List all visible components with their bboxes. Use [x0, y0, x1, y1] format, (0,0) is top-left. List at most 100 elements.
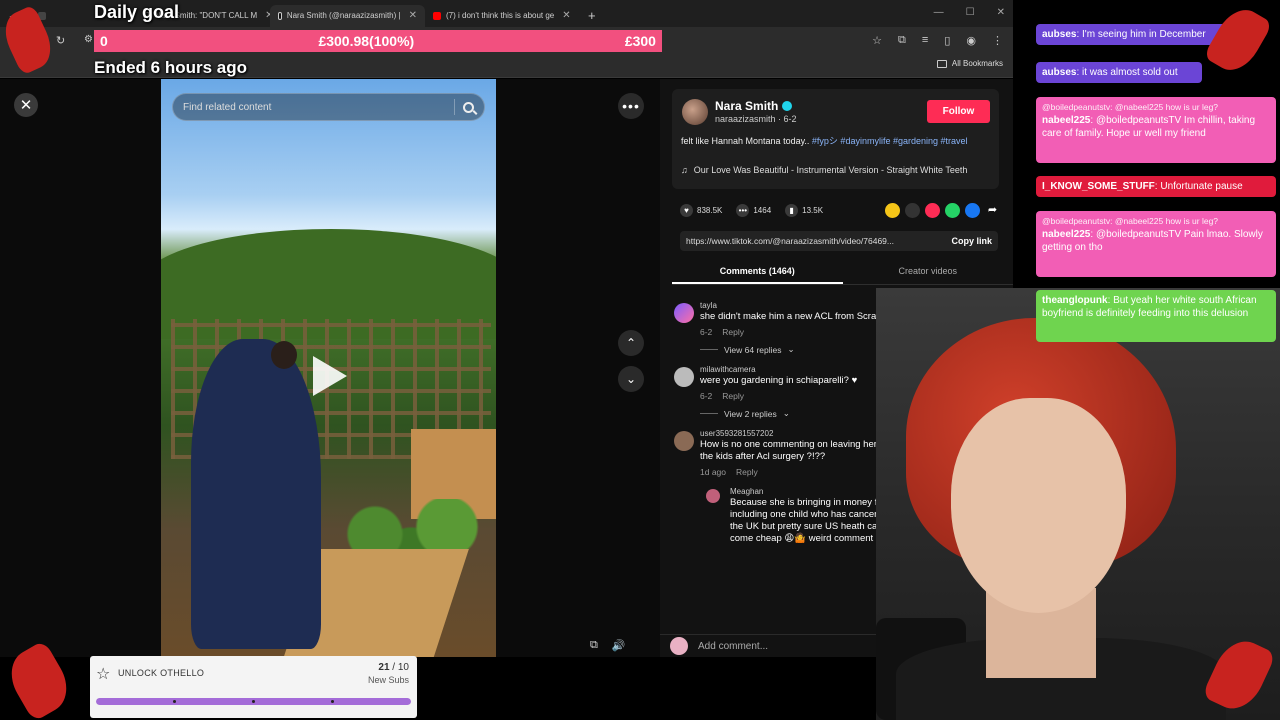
stream-screen: ⌄ Daily goal (7) Nara Smith: "DON'T CALL…	[0, 0, 1280, 720]
star-icon: ☆	[96, 666, 111, 683]
video-area: ✕ ••• ⌃ ⌄ ⧉ 🔊	[0, 79, 660, 657]
facebook-icon[interactable]	[965, 202, 980, 218]
goal-start: 0	[100, 33, 108, 49]
share-arrow-icon[interactable]: ➦	[985, 203, 1000, 218]
goal-status: Ended 6 hours ago	[94, 58, 248, 77]
chat-reply-quote: @boiledpeanutstv: @nabeel225 how is ur l…	[1042, 102, 1219, 112]
youtube-favicon-icon	[433, 11, 441, 20]
extensions-icon[interactable]: ⧉	[898, 34, 906, 47]
webcam-feed	[876, 288, 1280, 720]
browser-menu-icon[interactable]: ⋮	[992, 34, 1003, 47]
share-options: ➦	[885, 202, 1000, 218]
chat-message: @boiledpeanutstv: @nabeel225 how is ur l…	[1036, 97, 1276, 163]
goal-progress-bar: 0 £300.98(100%) £300	[94, 30, 662, 52]
close-icon: ✕	[19, 97, 33, 114]
save-button[interactable]: ▮ 13.5K	[785, 203, 823, 217]
comment-icon: •••	[736, 203, 750, 217]
maximize-icon[interactable]: ☐	[966, 7, 975, 18]
previous-video-button[interactable]: ⌃	[618, 330, 644, 356]
chat-text: it was almost sold out	[1082, 67, 1178, 78]
tiktok-page: ✕ ••• ⌃ ⌄ ⧉ 🔊	[0, 79, 1013, 657]
video-info-card: Nara Smith naraazizasmith · 6-2 Follow f…	[672, 89, 999, 189]
bookmark-star-icon[interactable]: ☆	[872, 34, 882, 47]
copy-link-button[interactable]: Copy link	[951, 236, 992, 246]
follow-button[interactable]: Follow	[927, 100, 990, 123]
more-options-button[interactable]: •••	[618, 93, 644, 119]
chat-message: aubses: it was almost sold out	[1036, 62, 1202, 83]
close-window-icon[interactable]: ✕	[997, 7, 1005, 18]
sidepanel-icon[interactable]: ▯	[944, 34, 950, 47]
volume-icon[interactable]: 🔊	[612, 639, 626, 652]
verified-icon	[782, 101, 793, 111]
minimize-icon[interactable]: —	[934, 7, 944, 18]
send-icon[interactable]	[925, 202, 940, 218]
video-link[interactable]: https://www.tiktok.com/@naraazizasmith/v…	[686, 236, 894, 246]
chat-message: aubses: I'm seeing him in December	[1036, 24, 1228, 45]
commenter-avatar[interactable]	[674, 367, 694, 387]
action-bar: ♥ 838.5K ••• 1464 ▮ 13.5K ➦	[680, 201, 1000, 219]
profile-icon[interactable]: ◉	[966, 34, 976, 47]
chevron-down-icon: ⌄	[787, 344, 795, 354]
embed-icon[interactable]	[905, 202, 920, 218]
toolbar-icons: ☆ ⧉ ≡ ▯ ◉ ⋮	[872, 34, 1003, 47]
video-link-box: https://www.tiktok.com/@naraazizasmith/v…	[680, 231, 998, 251]
commenter-avatar[interactable]	[706, 489, 720, 503]
tiktok-favicon-icon	[278, 11, 282, 20]
goal-title: Daily goal	[94, 2, 180, 22]
commenter-avatar[interactable]	[674, 303, 694, 323]
commenter-avatar[interactable]	[674, 431, 694, 451]
comment-button[interactable]: ••• 1464	[736, 203, 771, 217]
chat-text: Unfortunate pause	[1160, 181, 1243, 192]
close-video-button[interactable]: ✕	[14, 93, 38, 117]
reply-button[interactable]: Reply	[722, 391, 744, 401]
tab-youtube-about[interactable]: (7) i don't think this is about ge ✕	[425, 5, 580, 27]
whatsapp-icon[interactable]	[945, 202, 960, 218]
caption-hashtags[interactable]: #fypシ #dayinmylife #gardening #travel	[812, 136, 968, 146]
tab-comments[interactable]: Comments (1464)	[672, 261, 843, 284]
chat-username: aubses	[1042, 29, 1077, 40]
tab-creator-videos[interactable]: Creator videos	[843, 261, 1014, 284]
heart-icon: ♥	[680, 203, 693, 217]
video-player[interactable]	[161, 79, 496, 657]
all-bookmarks-button[interactable]: All Bookmarks	[936, 59, 1003, 68]
chat-username: nabeel225	[1042, 115, 1091, 126]
comment-date: 6-2	[700, 391, 713, 401]
folder-icon	[936, 59, 947, 68]
related-search-box[interactable]	[172, 93, 485, 121]
chat-text: I'm seeing him in December	[1082, 29, 1206, 40]
more-dots-icon: •••	[622, 98, 640, 114]
site-settings-icon[interactable]: ⚙	[84, 34, 93, 45]
author-handle-date: naraazizasmith · 6-2	[715, 114, 797, 124]
close-tab-icon[interactable]: ✕	[562, 10, 570, 21]
repost-icon[interactable]	[885, 202, 900, 218]
floating-player-icon[interactable]: ⧉	[590, 639, 598, 652]
chat-message: I_KNOW_SOME_STUFF: Unfortunate pause	[1036, 176, 1276, 197]
media-icon[interactable]: ≡	[922, 34, 928, 47]
play-icon[interactable]	[313, 356, 347, 396]
like-button[interactable]: ♥ 838.5K	[680, 203, 722, 217]
author-name[interactable]: Nara Smith	[715, 99, 793, 113]
chevron-down-icon: ⌄	[625, 372, 637, 386]
chili-pepper-decoration-icon	[1202, 1, 1274, 79]
close-tab-icon[interactable]: ✕	[409, 10, 417, 21]
music-info[interactable]: ♫ Our Love Was Beautiful - Instrumental …	[681, 165, 967, 175]
reload-icon[interactable]: ↻	[56, 34, 65, 47]
bookmark-icon: ▮	[785, 203, 799, 217]
related-search-input[interactable]	[183, 101, 454, 113]
music-note-icon: ♫	[681, 165, 688, 175]
subs-goal-label: UNLOCK OTHELLO	[118, 668, 205, 678]
chat-message: @boiledpeanutstv: @nabeel225 how is ur l…	[1036, 211, 1276, 277]
next-video-button[interactable]: ⌄	[618, 366, 644, 392]
reply-button[interactable]: Reply	[736, 467, 758, 477]
author-avatar[interactable]	[682, 99, 708, 125]
comments-tabs: Comments (1464) Creator videos	[672, 261, 1013, 285]
my-avatar	[670, 637, 688, 655]
search-icon[interactable]	[463, 101, 474, 113]
chat-username: I_KNOW_SOME_STUFF	[1042, 181, 1155, 192]
new-tab-button[interactable]: +	[580, 5, 604, 27]
video-controls: ⧉ 🔊	[590, 639, 626, 652]
chevron-up-icon: ⌃	[625, 336, 637, 350]
comment-input[interactable]	[698, 640, 830, 652]
reply-button[interactable]: Reply	[722, 327, 744, 337]
tab-nara-tiktok[interactable]: Nara Smith (@naraazizasmith) | ✕	[270, 4, 425, 27]
